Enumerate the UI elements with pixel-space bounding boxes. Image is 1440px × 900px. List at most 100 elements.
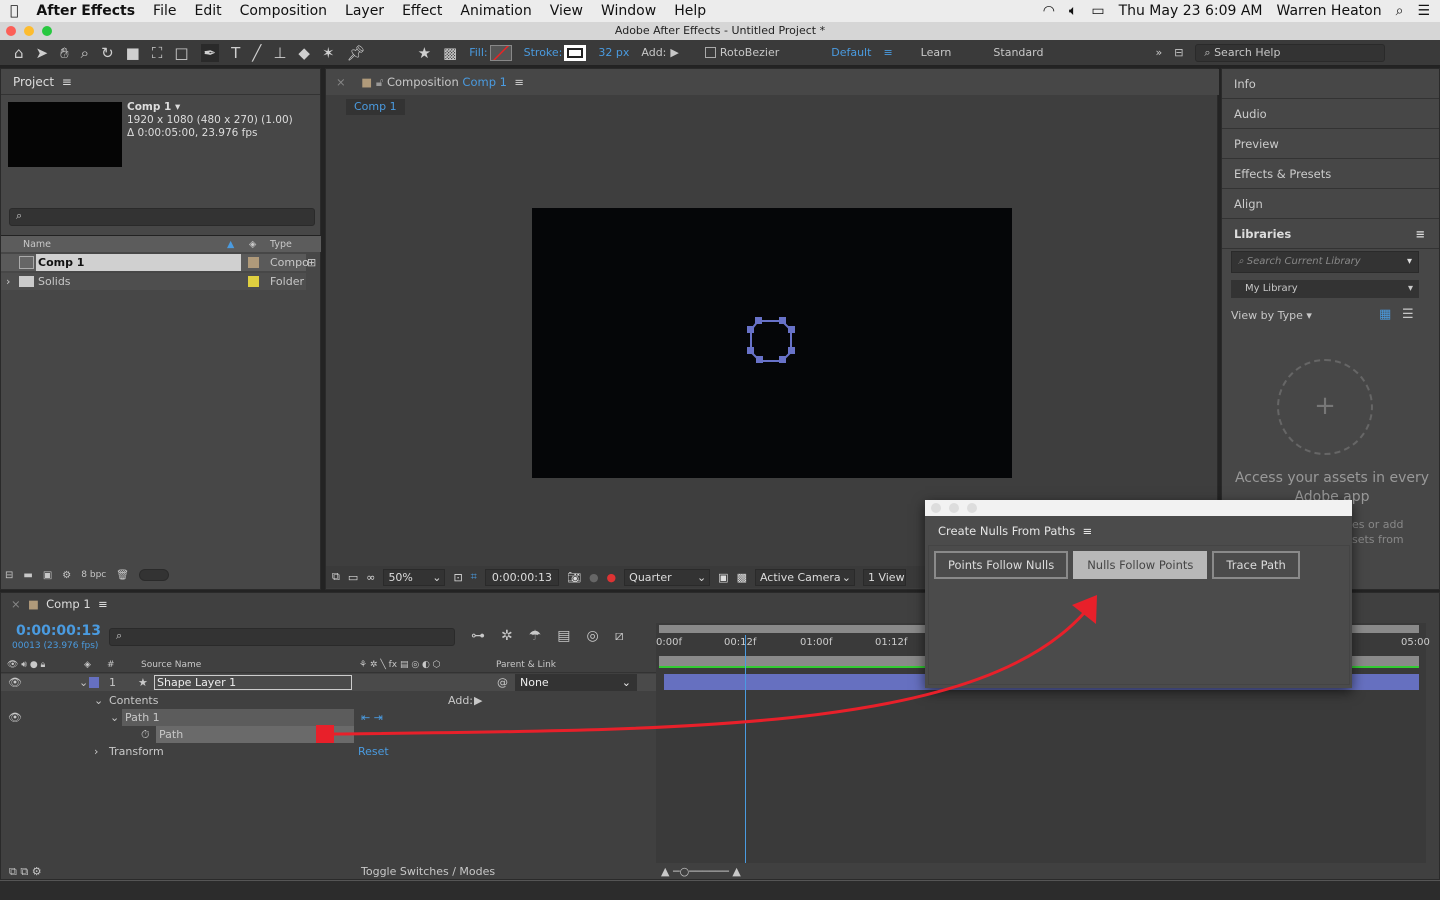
zoom-window-button[interactable]: [42, 26, 52, 36]
expand-icon[interactable]: ›: [6, 273, 10, 290]
home-icon[interactable]: ⌂: [14, 44, 24, 62]
label-swatch[interactable]: [248, 257, 259, 268]
col-source-name[interactable]: Source Name: [141, 657, 201, 673]
comp-breadcrumb[interactable]: Comp 1: [346, 99, 405, 115]
panel-preview[interactable]: Preview: [1222, 129, 1439, 159]
project-item-comp[interactable]: Comp 1 Compo ⊞: [1, 254, 316, 271]
search-help-input[interactable]: ⌕ Search Help: [1195, 43, 1386, 62]
list-view-icon[interactable]: ☰: [1402, 307, 1414, 322]
timeline-tab[interactable]: × ■ Comp 1 ≡: [11, 597, 108, 611]
panel-menu-icon[interactable]: ≡: [511, 75, 524, 89]
apple-icon[interactable]: : [10, 3, 18, 19]
checkerboard-icon[interactable]: ▩: [737, 571, 747, 584]
comp-name[interactable]: Comp 1 ▾: [127, 101, 293, 114]
new-comp-icon[interactable]: ▣: [43, 570, 52, 581]
view-by-type-select[interactable]: View by Type ▾: [1231, 309, 1312, 322]
motion-blur-icon[interactable]: ◎: [587, 628, 599, 644]
views-select[interactable]: 1 View: [862, 568, 906, 586]
current-time[interactable]: 0:00:00:13: [484, 568, 559, 586]
zoom-slider[interactable]: ▲ ─○────── ▲: [661, 865, 741, 878]
fill-swatch[interactable]: [489, 44, 512, 61]
monitor-icon[interactable]: ▭: [348, 571, 358, 584]
stroke-swatch[interactable]: [564, 44, 587, 61]
stroke-label[interactable]: Stroke:: [524, 46, 563, 59]
timeline-timecode[interactable]: 0:00:00:13: [16, 623, 101, 639]
draft-3d-icon[interactable]: ✲: [501, 628, 513, 644]
resolution-select[interactable]: Quarter ⌄: [624, 568, 711, 586]
type-tool-icon[interactable]: T: [231, 44, 240, 62]
add-icon[interactable]: ▶: [474, 692, 482, 709]
user-name[interactable]: Warren Heaton: [1277, 3, 1382, 19]
clone-stamp-tool-icon[interactable]: ⊥: [273, 44, 286, 62]
dialog-zoom-button[interactable]: [967, 503, 977, 513]
layer-label-swatch[interactable]: [89, 677, 99, 688]
close-window-button[interactable]: [6, 26, 16, 36]
thumbnail-slider[interactable]: [138, 569, 169, 581]
new-folder-icon[interactable]: ▬: [23, 570, 32, 581]
add-label[interactable]: Add:: [448, 692, 473, 709]
toggle-switches-modes[interactable]: Toggle Switches / Modes: [361, 865, 495, 878]
volume-icon[interactable]: 🔈︎: [1069, 3, 1077, 19]
close-tab-icon[interactable]: ×: [336, 75, 346, 89]
label-icon[interactable]: ◈: [249, 236, 256, 253]
workspace-standard[interactable]: Standard: [993, 46, 1043, 59]
panel-info[interactable]: Info: [1222, 69, 1439, 99]
timeline-search-input[interactable]: ⌕: [109, 628, 455, 646]
dialog-close-button[interactable]: [931, 503, 941, 513]
nulls-follow-points-button[interactable]: Nulls Follow Points: [1073, 551, 1208, 579]
menu-view[interactable]: View: [550, 3, 583, 19]
reset-link[interactable]: Reset: [358, 743, 389, 760]
wifi-icon[interactable]: ◠: [1043, 3, 1055, 19]
workspace-default[interactable]: Default: [831, 46, 871, 59]
transform-row[interactable]: › Transform Reset: [1, 743, 656, 760]
mask-view-icon[interactable]: ∞: [366, 571, 375, 584]
panel-libraries[interactable]: Libraries ≡: [1222, 219, 1439, 249]
dialog-minimize-button[interactable]: [949, 503, 959, 513]
camera-tool-icon[interactable]: ■: [126, 44, 140, 62]
project-search-input[interactable]: ⌕: [9, 208, 315, 226]
visibility-icon[interactable]: 👁︎: [8, 674, 22, 691]
unlock-icon[interactable]: 🔓︎: [376, 75, 383, 89]
minimize-window-button[interactable]: [24, 26, 34, 36]
add-label[interactable]: Add:: [641, 46, 666, 59]
interpret-footage-icon[interactable]: ⊟: [5, 570, 13, 581]
sort-asc-icon[interactable]: ▲: [227, 236, 234, 253]
show-snapshot-icon[interactable]: ●: [589, 571, 599, 584]
pickwhip-icon[interactable]: @: [497, 674, 508, 691]
col-parent[interactable]: Parent & Link: [496, 657, 556, 673]
fast-preview-icon[interactable]: ▣: [718, 571, 728, 584]
more-workspaces-icon[interactable]: »: [1155, 46, 1162, 59]
rectangle-tool-icon[interactable]: □: [174, 44, 188, 62]
stroke-width[interactable]: 32 px: [598, 46, 629, 59]
menu-effect[interactable]: Effect: [402, 3, 442, 19]
puppet-pin-tool-icon[interactable]: 📌︎: [347, 44, 366, 62]
transparency-grid-icon[interactable]: ⌗: [471, 570, 477, 584]
brush-tool-icon[interactable]: ╱: [252, 44, 261, 62]
label-swatch[interactable]: [248, 276, 259, 287]
col-name[interactable]: Name: [23, 236, 51, 253]
snapshot-icon[interactable]: 📷︎: [567, 571, 581, 584]
shape-path[interactable]: [746, 316, 798, 368]
color-channels-icon[interactable]: ●: [607, 571, 617, 584]
notification-icon[interactable]: ☰: [1417, 3, 1430, 19]
dock-taskbar[interactable]: [0, 880, 1440, 900]
stopwatch-icon[interactable]: ⏱︎: [141, 726, 150, 743]
playhead[interactable]: [745, 635, 746, 863]
rotobezier-checkbox[interactable]: [704, 47, 716, 58]
panel-menu-icon[interactable]: ≡: [1083, 524, 1093, 538]
selection-tool-icon[interactable]: ➤: [36, 44, 49, 62]
lock-icon[interactable]: ■: [361, 75, 372, 89]
path-group-row[interactable]: 👁︎ ⌄ Path 1 ⇤ ⇥: [1, 709, 656, 726]
graph-editor-icon[interactable]: ⧄: [615, 628, 624, 644]
checker-icon[interactable]: ▩: [443, 44, 457, 62]
star-icon[interactable]: ★: [418, 44, 431, 62]
panel-menu-icon[interactable]: ≡: [1415, 219, 1439, 249]
menu-layer[interactable]: Layer: [345, 3, 384, 19]
project-title[interactable]: Project: [13, 75, 54, 89]
pen-tool-icon[interactable]: ✒: [200, 43, 220, 62]
menu-file[interactable]: File: [153, 3, 176, 19]
menu-animation[interactable]: Animation: [460, 3, 531, 19]
zoom-select[interactable]: 50% ⌄: [383, 568, 446, 586]
layer-name[interactable]: Shape Layer 1: [154, 675, 352, 690]
collapse-icon[interactable]: ⌄: [79, 674, 88, 691]
